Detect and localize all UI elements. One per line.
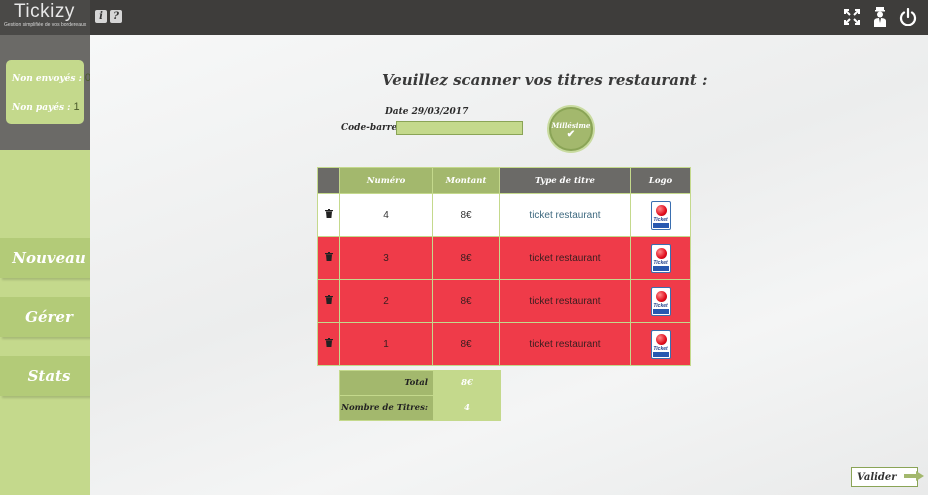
sidebar-status-panel: Non envoyés :0 Non payés :1 <box>0 35 91 150</box>
header-numero: Numéro <box>339 167 433 194</box>
nav-stats[interactable]: Stats <box>0 356 98 396</box>
ticket-logo-icon: Ticket <box>650 329 671 359</box>
valider-button[interactable]: Valider <box>851 467 924 487</box>
count-row: Nombre de Titres: 4 <box>339 395 501 421</box>
help-buttons: i ? <box>95 10 122 23</box>
table-header-row: Numéro Montant Type de titre Logo <box>317 167 691 194</box>
total-row: Total 8€ <box>339 370 501 396</box>
cell-numero: 3 <box>339 236 433 280</box>
nav-gerer[interactable]: Gérer <box>0 297 98 337</box>
cell-logo: Ticket <box>630 322 691 366</box>
info-button[interactable]: i <box>95 10 107 23</box>
top-bar: Tickizy Gestion simplifiée de vos border… <box>0 0 928 35</box>
table-row: 2 8€ ticket restaurant Ticket <box>317 279 691 323</box>
help-button[interactable]: ? <box>110 10 122 23</box>
cell-montant: 8€ <box>432 279 500 323</box>
cell-numero: 2 <box>339 279 433 323</box>
counter-value: 1 <box>73 101 80 113</box>
cell-logo: Ticket <box>630 279 691 323</box>
app-tagline: Gestion simplifiée de vos bordereaux <box>4 22 87 28</box>
count-label: Nombre de Titres: <box>339 395 434 421</box>
trash-icon[interactable] <box>317 236 340 280</box>
brand[interactable]: Tickizy Gestion simplifiée de vos border… <box>0 0 90 35</box>
titles-table: Numéro Montant Type de titre Logo 4 8€ t… <box>317 167 691 366</box>
count-value: 4 <box>433 395 501 421</box>
header-montant: Montant <box>432 167 500 194</box>
app-title: Tickizy <box>14 1 75 22</box>
header-type: Type de titre <box>499 167 631 194</box>
main-content: Veuillez scanner vos titres restaurant :… <box>90 35 928 495</box>
cell-type: ticket restaurant <box>499 322 631 366</box>
trash-icon[interactable] <box>317 193 340 237</box>
ticket-logo-icon: Ticket <box>650 200 671 230</box>
total-label: Total <box>339 370 434 396</box>
date-label: Date 29/03/2017 <box>385 107 469 117</box>
fullscreen-icon[interactable] <box>842 6 862 28</box>
barcode-input[interactable] <box>396 121 523 135</box>
cell-montant: 8€ <box>432 322 500 366</box>
arrow-right-icon <box>903 470 924 484</box>
cell-numero: 1 <box>339 322 433 366</box>
power-icon[interactable] <box>898 6 918 28</box>
trash-icon[interactable] <box>317 279 340 323</box>
ticket-logo-icon: Ticket <box>650 243 671 273</box>
cell-numero: 4 <box>339 193 433 237</box>
trash-icon[interactable] <box>317 322 340 366</box>
ticket-logo-icon: Ticket <box>650 286 671 316</box>
barcode-label: Code-barres <box>341 123 403 133</box>
counter-label: Non envoyés : <box>12 74 82 84</box>
top-icons <box>842 6 918 28</box>
table-row: 3 8€ ticket restaurant Ticket <box>317 236 691 280</box>
counter-non-payes: Non payés :1 <box>12 101 80 113</box>
cell-montant: 8€ <box>432 193 500 237</box>
counters-box: Non envoyés :0 Non payés :1 <box>6 60 91 124</box>
header-delete <box>317 167 340 194</box>
cell-montant: 8€ <box>432 236 500 280</box>
total-value: 8€ <box>433 370 501 396</box>
millesime-button[interactable]: Millésime ✔ <box>549 107 593 151</box>
valider-label: Valider <box>857 471 897 483</box>
header-logo: Logo <box>630 167 691 194</box>
counter-non-envoyes: Non envoyés :0 <box>12 72 91 84</box>
totals-table: Total 8€ Nombre de Titres: 4 <box>339 370 501 421</box>
cell-type: ticket restaurant <box>499 193 631 237</box>
table-row: 4 8€ ticket restaurant Ticket <box>317 193 691 237</box>
cell-type: ticket restaurant <box>499 236 631 280</box>
cell-type: ticket restaurant <box>499 279 631 323</box>
counter-label: Non payés : <box>12 103 71 113</box>
cell-logo: Ticket <box>630 193 691 237</box>
nav-nouveau[interactable]: Nouveau <box>0 238 98 278</box>
sidebar: Non envoyés :0 Non payés :1 Nouveau Gére… <box>0 35 98 495</box>
table-row: 1 8€ ticket restaurant Ticket <box>317 322 691 366</box>
check-icon: ✔ <box>566 129 576 140</box>
page-title: Veuillez scanner vos titres restaurant : <box>382 71 708 89</box>
user-icon[interactable] <box>870 6 890 28</box>
cell-logo: Ticket <box>630 236 691 280</box>
